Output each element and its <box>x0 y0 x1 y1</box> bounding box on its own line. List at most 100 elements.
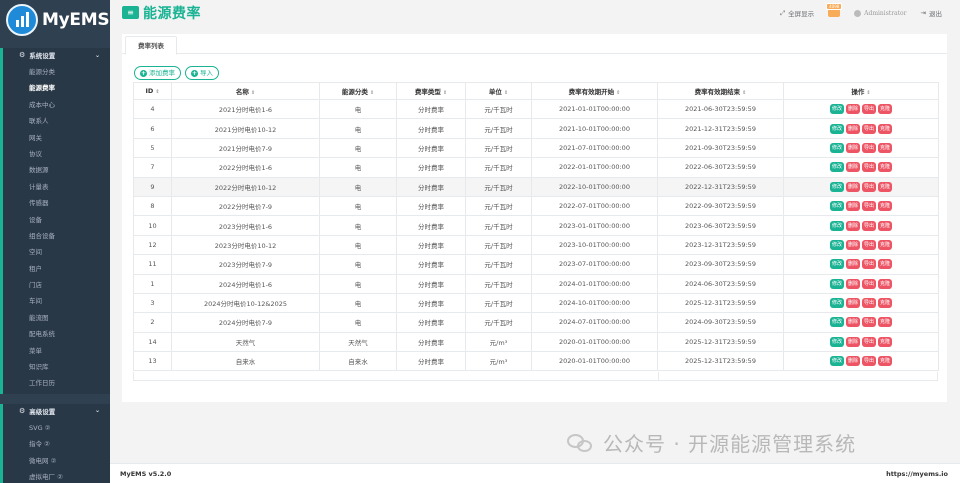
sidebar-item[interactable]: 成本中心 <box>3 97 110 113</box>
sort-icon[interactable]: ⇕ <box>370 90 374 96</box>
sidebar-item[interactable]: 指令 ② <box>3 436 110 452</box>
sort-icon[interactable]: ⇕ <box>251 90 255 96</box>
sidebar-item[interactable]: 联系人 <box>3 113 110 129</box>
clone-button[interactable]: 克隆 <box>878 317 893 328</box>
column-header[interactable]: 单位 ⇕ <box>465 82 532 100</box>
column-header[interactable]: ID ⇕ <box>133 82 172 100</box>
export-button[interactable]: 导出 <box>862 278 877 289</box>
clone-button[interactable]: 克隆 <box>878 142 893 153</box>
delete-button[interactable]: 删除 <box>845 317 860 328</box>
sidebar-item[interactable]: SVG ② <box>3 420 110 436</box>
column-header[interactable]: 费率类型 ⇕ <box>396 82 466 100</box>
logo[interactable]: MyEMS <box>0 0 110 40</box>
export-button[interactable]: 导出 <box>862 181 877 192</box>
clone-button[interactable]: 克隆 <box>878 356 893 367</box>
delete-button[interactable]: 删除 <box>845 336 860 347</box>
sidebar-item[interactable]: 计量表 <box>3 179 110 195</box>
delete-button[interactable]: 删除 <box>845 278 860 289</box>
delete-button[interactable]: 删除 <box>845 123 860 134</box>
clone-button[interactable]: 克隆 <box>878 181 893 192</box>
edit-button[interactable]: 修改 <box>829 317 844 328</box>
sort-icon[interactable]: ⇕ <box>155 89 159 95</box>
clone-button[interactable]: 克隆 <box>878 220 893 231</box>
clone-button[interactable]: 克隆 <box>878 104 893 115</box>
tab-tariff-list[interactable]: 费率列表 <box>125 36 177 55</box>
edit-button[interactable]: 修改 <box>829 298 844 309</box>
clone-button[interactable]: 克隆 <box>878 298 893 309</box>
edit-button[interactable]: 修改 <box>829 278 844 289</box>
edit-button[interactable]: 修改 <box>829 123 844 134</box>
sidebar-item[interactable]: 知识库 <box>3 359 110 375</box>
add-tariff-button[interactable]: + 添加费率 <box>134 66 181 80</box>
export-button[interactable]: 导出 <box>862 317 877 328</box>
sort-icon[interactable]: ⇕ <box>443 90 447 96</box>
edit-button[interactable]: 修改 <box>829 104 844 115</box>
export-button[interactable]: 导出 <box>862 298 877 309</box>
delete-button[interactable]: 删除 <box>845 239 860 250</box>
site-link[interactable]: https://myems.io <box>886 470 948 478</box>
delete-button[interactable]: 删除 <box>845 162 860 173</box>
nav-group-advanced-settings[interactable]: ⚙ 高级设置 ⌄ <box>0 403 110 418</box>
export-button[interactable]: 导出 <box>862 104 877 115</box>
export-button[interactable]: 导出 <box>862 336 877 347</box>
sidebar-item[interactable]: 工作日历 <box>3 375 110 391</box>
notification-button[interactable]: 4098 <box>826 3 843 17</box>
export-button[interactable]: 导出 <box>862 259 877 270</box>
sidebar-item[interactable]: 组合设备 <box>3 228 110 244</box>
delete-button[interactable]: 删除 <box>845 356 860 367</box>
export-button[interactable]: 导出 <box>862 142 877 153</box>
edit-button[interactable]: 修改 <box>829 356 844 367</box>
sidebar-item[interactable]: 网关 <box>3 130 110 146</box>
edit-button[interactable]: 修改 <box>829 220 844 231</box>
clone-button[interactable]: 克隆 <box>878 201 893 212</box>
export-button[interactable]: 导出 <box>862 201 877 212</box>
export-button[interactable]: 导出 <box>862 162 877 173</box>
sidebar-item[interactable]: 租户 <box>3 261 110 277</box>
clone-button[interactable]: 克隆 <box>878 239 893 250</box>
sort-icon[interactable]: ⇕ <box>504 90 508 96</box>
clone-button[interactable]: 克隆 <box>878 336 893 347</box>
delete-button[interactable]: 删除 <box>845 298 860 309</box>
delete-button[interactable]: 删除 <box>845 142 860 153</box>
column-header[interactable]: 名称 ⇕ <box>171 82 320 100</box>
sort-icon[interactable]: ⇕ <box>616 90 620 96</box>
sort-icon[interactable]: ⇕ <box>742 90 746 96</box>
export-button[interactable]: 导出 <box>862 123 877 134</box>
delete-button[interactable]: 删除 <box>845 181 860 192</box>
user-menu[interactable]: Administrator <box>854 9 907 17</box>
edit-button[interactable]: 修改 <box>829 142 844 153</box>
export-button[interactable]: 导出 <box>862 356 877 367</box>
edit-button[interactable]: 修改 <box>829 162 844 173</box>
delete-button[interactable]: 删除 <box>845 259 860 270</box>
sidebar-item[interactable]: 协议 <box>3 146 110 162</box>
sidebar-item[interactable]: 能流图 <box>3 310 110 326</box>
edit-button[interactable]: 修改 <box>829 336 844 347</box>
sidebar-item[interactable]: 配电系统 <box>3 326 110 342</box>
column-header[interactable]: 费率有效期结束 ⇕ <box>657 82 784 100</box>
sidebar-item[interactable]: 传感器 <box>3 195 110 211</box>
delete-button[interactable]: 删除 <box>845 104 860 115</box>
export-button[interactable]: 导出 <box>862 220 877 231</box>
fullscreen-button[interactable]: ⤢ 全屏显示 <box>780 8 814 19</box>
sidebar-item[interactable]: 能源费率 <box>3 80 110 96</box>
sidebar-item[interactable]: 数据源 <box>3 162 110 178</box>
clone-button[interactable]: 克隆 <box>878 162 893 173</box>
edit-button[interactable]: 修改 <box>829 259 844 270</box>
logout-button[interactable]: ⇥ 退出 <box>921 8 942 18</box>
delete-button[interactable]: 删除 <box>845 220 860 231</box>
clone-button[interactable]: 克隆 <box>878 278 893 289</box>
export-button[interactable]: 导出 <box>862 239 877 250</box>
sidebar-item[interactable]: 门店 <box>3 277 110 293</box>
sidebar-item[interactable]: 菜单 <box>3 343 110 359</box>
menu-toggle-button[interactable]: ≡ <box>122 6 139 19</box>
clone-button[interactable]: 克隆 <box>878 123 893 134</box>
import-button[interactable]: + 导入 <box>185 66 219 80</box>
clone-button[interactable]: 克隆 <box>878 259 893 270</box>
nav-group-system-settings[interactable]: ⚙ 系统设置 ⌄ <box>0 48 110 62</box>
column-header[interactable]: 费率有效期开始 ⇕ <box>531 82 658 100</box>
sort-icon[interactable]: ⇕ <box>866 90 870 96</box>
delete-button[interactable]: 删除 <box>845 201 860 212</box>
sidebar-item[interactable]: 虚拟电厂 ② <box>3 469 110 483</box>
sidebar-item[interactable]: 车间 <box>3 293 110 309</box>
edit-button[interactable]: 修改 <box>829 239 844 250</box>
